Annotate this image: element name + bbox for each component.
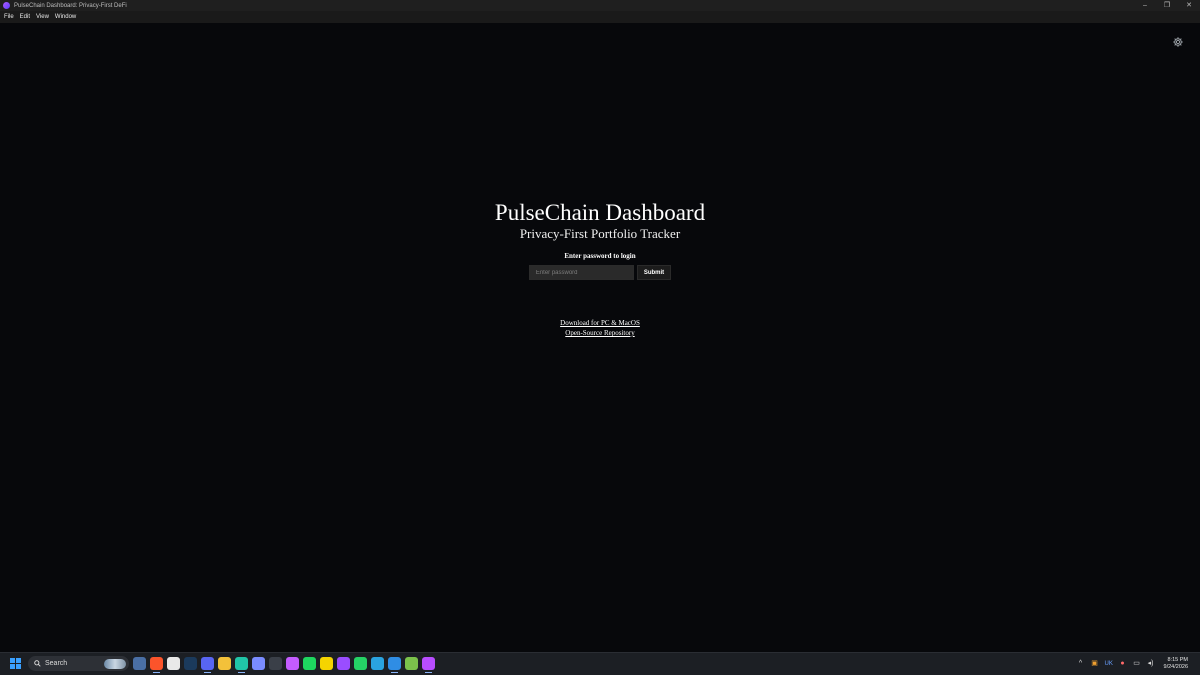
login-prompt: Enter password to login — [564, 252, 636, 260]
login-panel: PulseChain Dashboard Privacy-First Portf… — [0, 200, 1200, 338]
discord-icon[interactable] — [201, 657, 214, 673]
gear-icon[interactable] — [1172, 36, 1184, 48]
minimize-button[interactable]: – — [1134, 0, 1156, 11]
app-icon[interactable] — [337, 657, 350, 670]
app-icon[interactable] — [405, 657, 418, 670]
app-icon[interactable] — [252, 657, 265, 670]
close-button[interactable]: ✕ — [1178, 0, 1200, 11]
app-icon[interactable] — [286, 657, 299, 670]
app-icon[interactable] — [235, 657, 248, 673]
file-explorer-icon[interactable] — [218, 657, 231, 670]
title-bar: PulseChain Dashboard: Privacy-First DeFi… — [0, 0, 1200, 11]
page-title: PulseChain Dashboard — [494, 200, 706, 225]
password-input[interactable] — [528, 265, 634, 280]
display-icon[interactable]: ▭ — [1133, 660, 1141, 668]
messenger-icon[interactable] — [167, 657, 180, 670]
app-logo-icon — [3, 2, 10, 9]
submit-button[interactable]: Submit — [636, 265, 672, 280]
clock-time: 8:15 PM — [1167, 657, 1188, 663]
menu-edit[interactable]: Edit — [17, 14, 33, 20]
menu-file[interactable]: File — [0, 14, 17, 20]
chevron-up-icon[interactable]: ^ — [1077, 660, 1085, 668]
clock[interactable]: 8:15 PM 9/24/2026 — [1164, 657, 1188, 671]
app-icon[interactable] — [422, 657, 435, 673]
main-content: PulseChain Dashboard Privacy-First Portf… — [0, 23, 1200, 653]
app-icon[interactable] — [269, 657, 282, 670]
search-label: Search — [45, 660, 68, 667]
microphone-icon[interactable]: ● — [1119, 660, 1127, 668]
login-form: Submit — [0, 265, 1200, 280]
download-link[interactable]: Download for PC & MacOS — [0, 318, 1200, 328]
taskbar: Search ^ ▣ UK ● ▭ ◂) 8:15 PM 9/24/2026 — [0, 652, 1200, 675]
app-icon[interactable] — [320, 657, 333, 670]
window-title: PulseChain Dashboard: Privacy-First DeFi — [14, 2, 127, 9]
page-subtitle: Privacy-First Portfolio Tracker — [519, 226, 681, 241]
footer-links: Download for PC & MacOS Open-Source Repo… — [0, 318, 1200, 338]
steam-icon[interactable] — [184, 657, 197, 670]
window-controls: – ❐ ✕ — [1134, 0, 1200, 11]
taskbar-apps — [133, 657, 435, 673]
spotify-icon[interactable] — [303, 657, 316, 670]
volume-icon[interactable]: ◂) — [1147, 660, 1155, 668]
search-icon — [34, 660, 41, 667]
repository-link[interactable]: Open-Source Repository — [0, 328, 1200, 338]
taskbar-search[interactable]: Search — [28, 656, 129, 671]
vscode-icon[interactable] — [388, 657, 401, 673]
calculator-icon[interactable] — [133, 657, 146, 670]
windows-start-icon[interactable] — [10, 658, 21, 669]
menu-bar: File Edit View Window — [0, 11, 1200, 23]
tray-app-icon[interactable]: ▣ — [1091, 660, 1099, 668]
menu-window[interactable]: Window — [52, 14, 79, 20]
clock-date: 9/24/2026 — [1163, 664, 1188, 670]
telegram-icon[interactable] — [371, 657, 384, 670]
keyboard-layout-indicator[interactable]: UK — [1105, 660, 1113, 668]
search-highlight-image — [104, 658, 126, 669]
system-tray: ^ ▣ UK ● ▭ ◂) 8:15 PM 9/24/2026 — [1074, 653, 1200, 675]
restore-button[interactable]: ❐ — [1156, 0, 1178, 11]
menu-view[interactable]: View — [33, 14, 52, 20]
whatsapp-icon[interactable] — [354, 657, 367, 670]
brave-browser-icon[interactable] — [150, 657, 163, 673]
